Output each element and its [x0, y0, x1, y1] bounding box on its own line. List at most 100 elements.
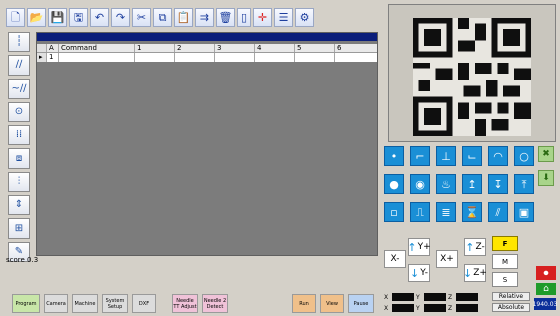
y-plus-button[interactable]: ↑ Y+: [407, 238, 431, 256]
row-cell-1[interactable]: [135, 53, 175, 62]
needle-down-icon[interactable]: ↧: [488, 174, 508, 194]
s-button[interactable]: S: [492, 272, 518, 287]
y2-label: Y: [416, 304, 420, 312]
absolute-button[interactable]: Absolute: [492, 303, 530, 312]
z2-label: Z: [448, 304, 453, 312]
add-icon[interactable]: ✛: [253, 7, 272, 27]
array-icon[interactable]: ⧈: [8, 148, 30, 169]
redo-icon[interactable]: ↷: [111, 7, 130, 27]
header-selector: [37, 44, 47, 52]
wait-icon[interactable]: ⌛: [462, 202, 482, 222]
dot-icon[interactable]: •: [384, 146, 404, 166]
row-cell-command[interactable]: [59, 53, 135, 62]
camera-view[interactable]: [388, 4, 556, 142]
x-plus-button[interactable]: X+: [436, 250, 458, 268]
dxf-button[interactable]: DXF: [132, 294, 156, 313]
header-col-4: 4: [255, 44, 295, 52]
row-cell-2[interactable]: [175, 53, 215, 62]
view-button[interactable]: View: [320, 294, 344, 313]
glue-icon[interactable]: ♨: [436, 174, 456, 194]
row-cell-3[interactable]: [215, 53, 255, 62]
command-palette: • ⌐ ⊥ ⌙ ◠ ○ ● ◉ ♨ ↥ ↧ ⤒ ▫ ⎍ ≣ ⌛ ⫽ ▣: [380, 144, 534, 230]
f-button[interactable]: F: [492, 236, 518, 251]
new-file-icon[interactable]: 🗋: [6, 7, 25, 27]
lift-icon[interactable]: ⤒: [514, 174, 534, 194]
dispense-off-icon[interactable]: ◉: [410, 174, 430, 194]
dots-grid-icon[interactable]: ⁞⁞: [8, 125, 30, 146]
cut-icon[interactable]: ✂: [132, 7, 151, 27]
x-minus-button[interactable]: X-: [384, 250, 406, 268]
header-col-3: 3: [215, 44, 255, 52]
undo-icon[interactable]: ↶: [90, 7, 109, 27]
open-folder-icon[interactable]: 📂: [27, 7, 46, 27]
confirm-icon[interactable]: ✖: [538, 146, 554, 162]
left-toolbar: ┆ ∕∕ ~∕∕ ⊙ ⁞⁞ ⧈ ⫶ ⇕ ⊞ ✎: [4, 30, 34, 262]
dispense-on-icon[interactable]: ●: [384, 174, 404, 194]
row-cell-a[interactable]: 1: [47, 53, 59, 62]
y-minus-button[interactable]: ↓ Y-: [408, 264, 430, 282]
machine-button[interactable]: Machine: [72, 294, 98, 313]
z-readout: [456, 293, 478, 301]
header-col-6: 6: [337, 44, 342, 52]
line-offset-icon[interactable]: ~∕∕: [8, 78, 30, 99]
copy-icon[interactable]: ⧉: [153, 7, 172, 27]
arc-icon[interactable]: ◠: [488, 146, 508, 166]
run-button[interactable]: Run: [292, 294, 316, 313]
download-icon[interactable]: ⬇: [538, 170, 554, 186]
x2-readout: [392, 304, 414, 312]
header-col-2: 2: [175, 44, 215, 52]
relative-button[interactable]: Relative: [492, 292, 530, 301]
circle-icon[interactable]: ○: [514, 146, 534, 166]
table-title-band: [37, 33, 377, 41]
paste-icon[interactable]: 📋: [174, 7, 193, 27]
frame-icon[interactable]: ▣: [514, 202, 534, 222]
line-mid-icon[interactable]: ⊥: [436, 146, 456, 166]
y-label: Y: [416, 293, 420, 301]
row-cell-4[interactable]: [255, 53, 295, 62]
align-icon[interactable]: ⊞: [8, 218, 30, 239]
insert-icon[interactable]: ⇉: [195, 7, 214, 27]
stack-icon[interactable]: ≣: [436, 202, 456, 222]
circle-icon[interactable]: ⊙: [8, 101, 30, 123]
z-label: Z: [448, 293, 453, 301]
row-selector[interactable]: ▸: [37, 53, 47, 62]
system-setup-button[interactable]: System Setup: [102, 294, 128, 313]
stop-icon[interactable]: ⏺: [536, 266, 556, 280]
pattern-icon[interactable]: ⎍: [410, 202, 430, 222]
height-icon[interactable]: ⇕: [8, 195, 30, 216]
y2-readout: [424, 304, 446, 312]
y-readout: [424, 293, 446, 301]
needle-detect-button[interactable]: Needle 2 Detect: [202, 294, 228, 313]
pause-button[interactable]: Pause: [348, 294, 374, 313]
list-icon[interactable]: ☰: [274, 7, 293, 27]
z-plus-button[interactable]: ↓ Z+: [463, 264, 487, 282]
row-cell-6[interactable]: [335, 53, 377, 62]
line-start-icon[interactable]: ⌐: [410, 146, 430, 166]
save-icon[interactable]: 💾: [48, 7, 67, 27]
z2-readout: [456, 304, 478, 312]
table-row[interactable]: ▸ 1: [37, 53, 377, 62]
m-button[interactable]: M: [492, 254, 518, 269]
delete-icon[interactable]: 🗑: [216, 7, 235, 27]
needle-tool-icon[interactable]: ┆: [8, 32, 30, 53]
header-col-5: 5: [295, 44, 335, 52]
z-minus-button[interactable]: ↑ Z-: [464, 238, 486, 256]
dispense-icon[interactable]: ⫶: [8, 171, 30, 193]
line-end-icon[interactable]: ⌙: [462, 146, 482, 166]
save-as-icon[interactable]: 🖫: [69, 7, 88, 27]
program-button[interactable]: Program: [12, 294, 40, 313]
line-icon[interactable]: ∕∕: [8, 55, 30, 76]
square-icon[interactable]: ▫: [384, 202, 404, 222]
row-cell-5[interactable]: [295, 53, 335, 62]
sequence-icon[interactable]: ⫽: [488, 202, 508, 222]
needle-up-icon[interactable]: ↥: [462, 174, 482, 194]
home-icon[interactable]: ⌂: [536, 283, 556, 295]
needle-adjust-button[interactable]: Needle TT Adjust: [172, 294, 198, 313]
score-status: score 0.3: [6, 256, 39, 264]
camera-button[interactable]: Camera: [44, 294, 68, 313]
header-col-a: A: [47, 44, 59, 52]
header-col-command: Command: [59, 44, 135, 52]
x-label: X: [384, 293, 389, 301]
clear-icon[interactable]: ▯: [237, 7, 251, 27]
settings-icon[interactable]: ⚙: [295, 7, 314, 27]
